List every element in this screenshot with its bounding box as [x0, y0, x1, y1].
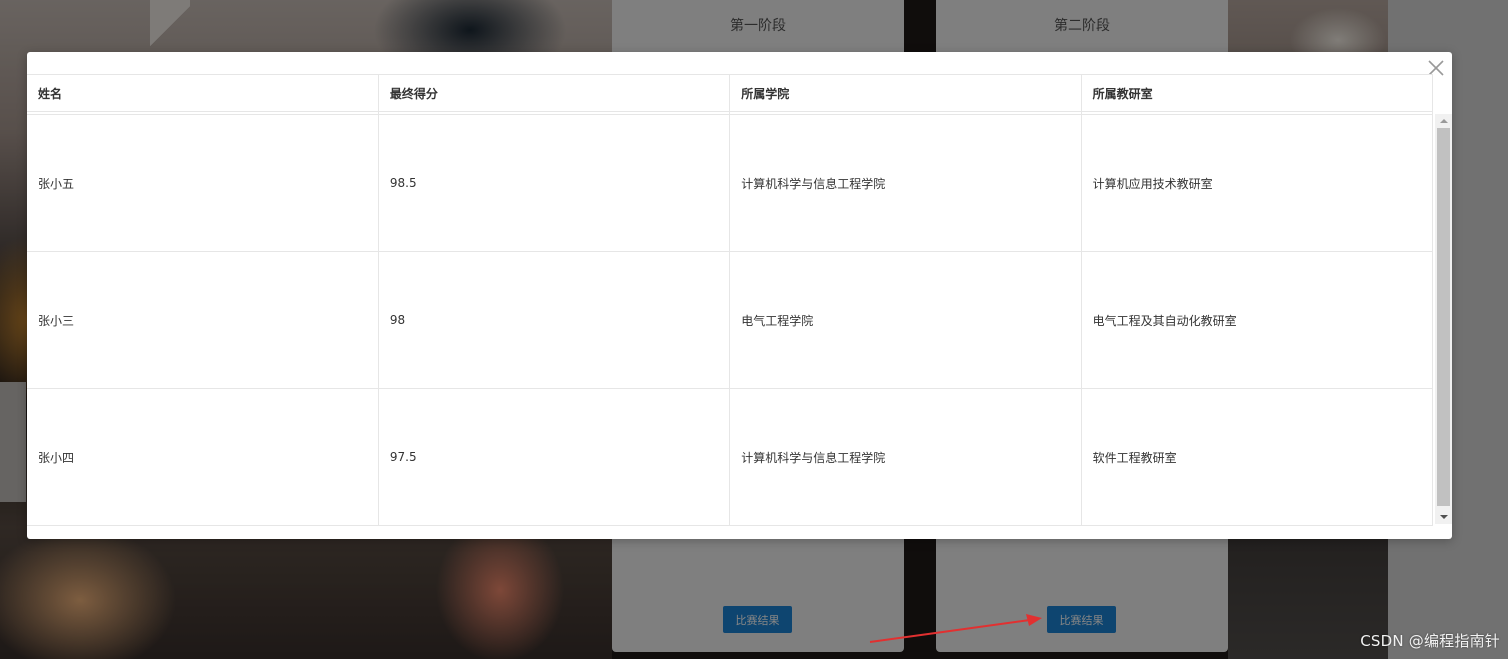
- cell-score: 97.5: [377, 388, 731, 526]
- column-header-college: 所属学院: [729, 74, 1082, 112]
- cell-name: 张小三: [27, 251, 379, 389]
- table-row: 张小三 98 电气工程学院 电气工程及其自动化教研室: [27, 251, 1434, 389]
- watermark: CSDN @编程指南针: [1360, 632, 1500, 650]
- table-header-row: 姓名 最终得分 所属学院 所属教研室: [27, 74, 1434, 112]
- vertical-scrollbar[interactable]: [1435, 114, 1452, 524]
- column-header-department: 所属教研室: [1080, 74, 1434, 112]
- cell-college: 计算机科学与信息工程学院: [729, 114, 1082, 252]
- cell-department: 电气工程及其自动化教研室: [1080, 251, 1434, 389]
- cell-score: 98: [377, 251, 731, 389]
- table-row: 张小四 97.5 计算机科学与信息工程学院 软件工程教研室: [27, 388, 1434, 526]
- annotation-arrow-icon: [869, 614, 1042, 643]
- cell-score: 98.5: [377, 114, 731, 252]
- scroll-up-arrow-icon[interactable]: [1435, 114, 1452, 128]
- column-header-name: 姓名: [27, 74, 379, 112]
- scroll-down-arrow-icon[interactable]: [1435, 510, 1452, 524]
- cell-department: 软件工程教研室: [1080, 388, 1434, 526]
- cell-name: 张小四: [27, 388, 379, 526]
- cell-college: 电气工程学院: [729, 251, 1082, 389]
- table-row: 张小五 98.5 计算机科学与信息工程学院 计算机应用技术教研室: [27, 114, 1434, 252]
- results-table-container: 姓名 最终得分 所属学院 所属教研室 张小五 98.5 计算机科学与信息工程学院…: [27, 74, 1434, 526]
- cell-college: 计算机科学与信息工程学院: [729, 388, 1082, 526]
- cell-department: 计算机应用技术教研室: [1080, 114, 1434, 252]
- column-header-score: 最终得分: [377, 74, 731, 112]
- scrollbar-thumb[interactable]: [1437, 128, 1450, 506]
- results-table: 姓名 最终得分 所属学院 所属教研室 张小五 98.5 计算机科学与信息工程学院…: [27, 74, 1434, 526]
- results-modal: 姓名 最终得分 所属学院 所属教研室 张小五 98.5 计算机科学与信息工程学院…: [27, 52, 1452, 539]
- cell-name: 张小五: [27, 114, 379, 252]
